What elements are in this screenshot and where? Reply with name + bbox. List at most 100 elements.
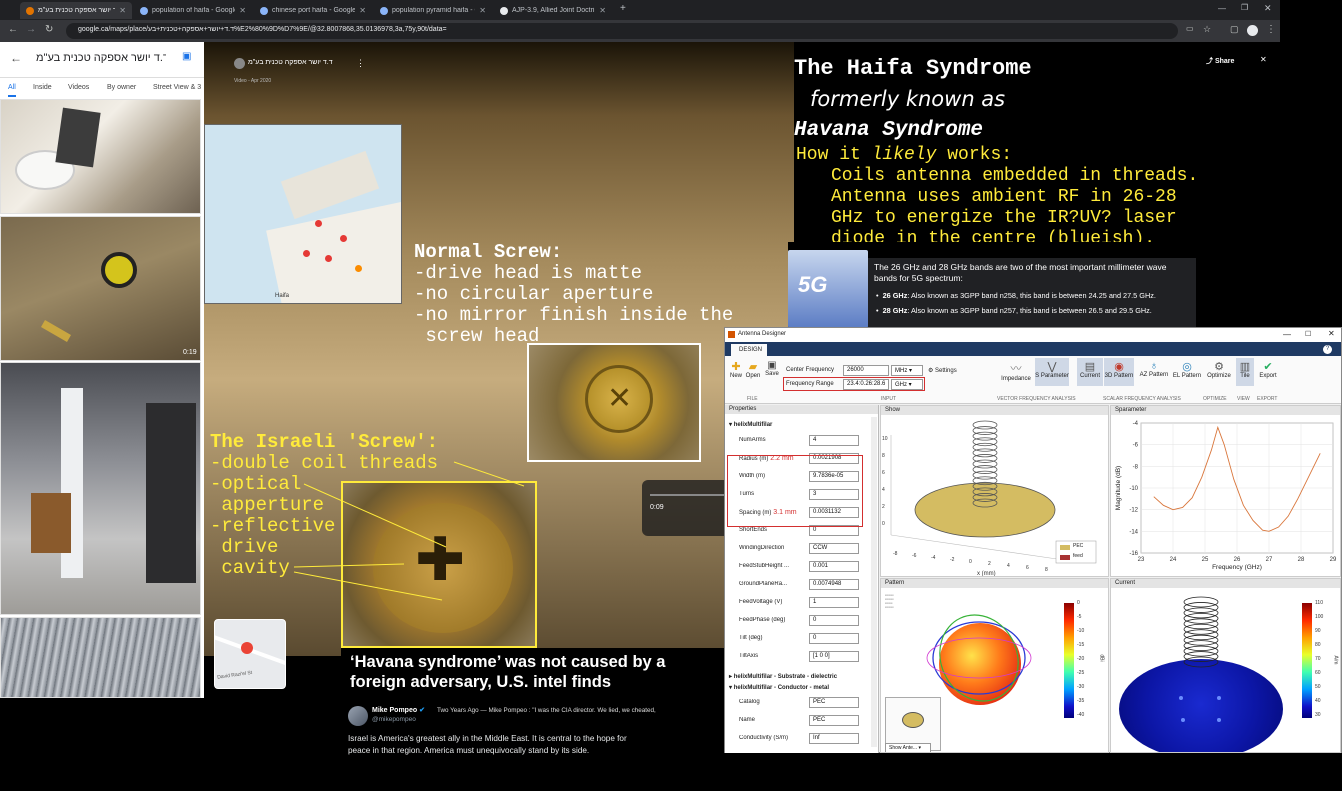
tab-title: population pyramid haifa - Goo... — [392, 7, 475, 14]
video-frame[interactable]: ד.ד יושר אספקה טכנית בע"מ ⋮ Video - Apr … — [204, 42, 794, 689]
sparameter-button[interactable]: ⋁ S Parameter — [1035, 358, 1069, 386]
fittings-photo[interactable] — [0, 617, 201, 698]
chevron-down-icon: ▾ — [918, 745, 921, 751]
add-photo-icon[interactable]: ▣ — [182, 51, 191, 62]
colorbar-tick: 50 — [1315, 684, 1321, 690]
properties-scrollbar[interactable] — [871, 417, 877, 747]
close-icon[interactable]: ✕ — [119, 6, 126, 15]
help-icon[interactable]: ? — [1323, 345, 1332, 354]
tile-sample-shape — [55, 107, 101, 168]
property-value-input[interactable]: 0.0074948 — [809, 579, 859, 590]
back-arrow-icon[interactable]: ← — [10, 51, 22, 65]
close-icon[interactable]: ✕ — [359, 6, 366, 15]
tab-design[interactable]: DESIGN — [731, 344, 767, 356]
tweet-handle[interactable]: @mikepompeo — [372, 716, 416, 723]
save-button[interactable]: ▣ Save — [765, 360, 779, 377]
3d-pattern-button[interactable]: ◉ 3D Pattern — [1104, 358, 1134, 386]
current-button[interactable]: ▤ Current — [1077, 358, 1103, 386]
video-progress-bar[interactable] — [650, 494, 724, 496]
explanation-line: Antenna uses ambient RF in 26-28 — [831, 187, 1177, 207]
colorbar-tick: -5 — [1077, 614, 1082, 620]
restore-icon[interactable]: ❐ — [1241, 3, 1248, 12]
freq-range-input[interactable]: 23.4:0.26:28.6 — [843, 379, 889, 390]
unit-value: MHz — [895, 368, 908, 374]
filter-by-owner[interactable]: By owner — [107, 84, 136, 91]
profile-avatar[interactable] — [1247, 25, 1258, 36]
property-value-input[interactable]: 0.001 — [809, 561, 859, 572]
close-icon[interactable]: ✕ — [599, 6, 606, 15]
property-value-input[interactable]: 0 — [809, 633, 859, 644]
minimize-icon[interactable]: — — [1283, 330, 1291, 339]
cast-icon[interactable]: ▭ — [1186, 24, 1194, 33]
az-pattern-button[interactable]: ♁ AZ Pattern — [1138, 360, 1170, 378]
tweet-card: Mike Pompeo ✔ Two Years Ago — Mike Pompe… — [341, 700, 724, 791]
settings-button[interactable]: ⚙ Settings — [928, 367, 957, 374]
close-icon[interactable]: ✕ — [479, 6, 486, 15]
coil-turn — [1183, 629, 1219, 641]
property-value-input[interactable]: PEC — [809, 697, 859, 708]
forward-icon[interactable]: → — [26, 24, 36, 35]
menu-kebab-icon[interactable]: ⋮ — [1266, 24, 1276, 35]
el-pattern-button[interactable]: ◎ EL Pattern — [1171, 360, 1203, 379]
tweet-author[interactable]: Mike Pompeo — [372, 707, 417, 714]
url-input[interactable]: google.ca/maps/place/ד.ד+יושר+אספקה+טכני… — [66, 23, 1178, 39]
center-freq-input[interactable]: 26000 — [843, 365, 889, 376]
new-tab-button[interactable]: + — [620, 3, 626, 14]
avatar[interactable] — [348, 706, 368, 726]
new-button[interactable]: ✚ New — [729, 360, 743, 379]
5g-bullet: • 26 GHz: Also known as 3GPP band n258, … — [876, 291, 1156, 300]
bookmark-star-icon[interactable]: ☆ — [1203, 24, 1211, 35]
browser-tab[interactable]: population pyramid haifa - Goo... ✕ — [374, 2, 492, 19]
place-video-thumbnail[interactable]: 0:19 — [0, 216, 201, 361]
tile-button[interactable]: ▥ Tile — [1236, 358, 1254, 386]
place-photo[interactable] — [0, 99, 201, 214]
x-tick-label: 26 — [1234, 557, 1241, 563]
close-icon[interactable]: ✕ — [1260, 55, 1267, 64]
chevron-down-icon: ▾ — [908, 382, 912, 388]
showroom-photo[interactable] — [0, 362, 201, 615]
reload-icon[interactable]: ↻ — [45, 24, 53, 35]
tab-search-icon[interactable]: ▢ — [1230, 24, 1239, 35]
export-button[interactable]: ✔ Export — [1257, 360, 1279, 379]
open-button[interactable]: ▰ Open — [745, 360, 761, 379]
conductor-section[interactable]: ▾ helixMultifilar - Conductor - metal — [729, 684, 829, 691]
share-button[interactable]: ⤴ Share — [1206, 56, 1234, 66]
property-value-input[interactable]: Inf — [809, 733, 859, 744]
close-icon[interactable]: ✕ — [239, 6, 246, 15]
maximize-icon[interactable]: ☐ — [1305, 330, 1311, 338]
property-value-input[interactable]: 4 — [809, 435, 859, 446]
center-freq-label: Center Frequency — [786, 367, 835, 373]
colorbar-tick: 110 — [1315, 600, 1323, 606]
properties-section[interactable]: ▾ helixMultifilar — [729, 421, 772, 428]
annotation-line: screw head — [414, 325, 540, 347]
browser-tab[interactable]: population of haifa - Google Se... ✕ — [134, 2, 252, 19]
filter-all[interactable]: All — [8, 84, 16, 97]
property-value-input[interactable]: PEC — [809, 715, 859, 726]
filter-videos[interactable]: Videos — [68, 84, 89, 91]
browser-tab[interactable]: AJP-3.9, Allied Joint Doctrine fo... ✕ — [494, 2, 612, 19]
browser-tab[interactable]: chinese port haifa - Google Sea... ✕ — [254, 2, 372, 19]
filter-inside[interactable]: Inside — [33, 84, 52, 91]
optimize-button[interactable]: ⚙ Optimize — [1203, 360, 1235, 379]
x-tick-label: 29 — [1330, 557, 1337, 563]
back-icon[interactable]: ← — [8, 24, 18, 35]
substrate-section[interactable]: ▸ helixMultifilar - Substrate - dielectr… — [729, 673, 837, 680]
browser-tab[interactable]: ד.ד יושר אספקה טכנית בע"מ - ... ✕ — [20, 2, 132, 19]
minimize-icon[interactable]: — — [1218, 4, 1226, 13]
impedance-button[interactable]: 〰 Impedance — [999, 360, 1033, 382]
mini-map[interactable]: David Razi'el St — [214, 619, 286, 689]
center-freq-unit-select[interactable]: MHz ▾ — [891, 365, 923, 376]
property-value-input[interactable]: [1 0 0] — [809, 651, 859, 662]
property-value-input[interactable]: CCW — [809, 543, 859, 554]
close-icon[interactable]: ✕ — [1328, 329, 1335, 338]
filter-street-view[interactable]: Street View & 3 — [153, 84, 204, 91]
close-window-icon[interactable]: ✕ — [1264, 3, 1272, 14]
show-antenna-select[interactable]: Show Ante... ▾ — [885, 743, 931, 752]
properties-header: Properties — [725, 405, 878, 414]
property-value-input[interactable]: 1 — [809, 597, 859, 608]
property-value-input[interactable]: 0 — [809, 615, 859, 626]
video-controls[interactable]: 0:09 — [642, 480, 724, 536]
property-label: NumArms — [739, 437, 766, 443]
freq-range-unit-select[interactable]: GHz ▾ — [891, 379, 923, 390]
5g-info-box: 5G The 26 GHz and 28 GHz bands are two o… — [788, 242, 1196, 328]
